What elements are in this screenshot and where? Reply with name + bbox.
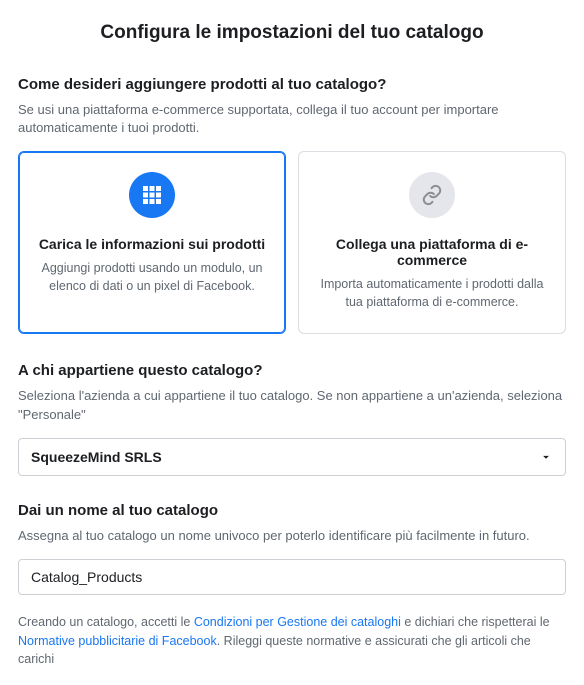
section-desc: Seleziona l'azienda a cui appartiene il … [18, 387, 566, 423]
card-desc: Aggiungi prodotti usando un modulo, un e… [33, 260, 271, 295]
section-desc: Assegna al tuo catalogo un nome univoco … [18, 527, 566, 545]
section-add-products: Come desideri aggiungere prodotti al tuo… [18, 76, 566, 334]
link-conditions[interactable]: Condizioni per Gestione dei cataloghi [194, 615, 401, 629]
chevron-down-icon [539, 450, 553, 464]
card-desc: Importa automaticamente i prodotti dalla… [313, 276, 551, 311]
card-title: Carica le informazioni sui prodotti [33, 236, 271, 252]
disclaimer-part: e dichiari che rispetterai le [401, 615, 550, 629]
card-upload-products[interactable]: Carica le informazioni sui prodotti Aggi… [18, 151, 286, 334]
option-cards: Carica le informazioni sui prodotti Aggi… [18, 151, 566, 334]
link-icon [409, 172, 455, 218]
page-title: Configura le impostazioni del tuo catalo… [18, 22, 566, 44]
catalog-name-input[interactable] [18, 559, 566, 595]
section-desc: Se usi una piattaforma e-commerce suppor… [18, 101, 566, 137]
link-policies[interactable]: Normative pubblicitarie di Facebook [18, 634, 217, 648]
card-connect-platform[interactable]: Collega una piattaforma di e-commerce Im… [298, 151, 566, 334]
section-name: Dai un nome al tuo catalogo Assegna al t… [18, 502, 566, 613]
disclaimer-part: Creando un catalogo, accetti le [18, 615, 194, 629]
card-title: Collega una piattaforma di e-commerce [313, 236, 551, 268]
owner-select[interactable]: SqueezeMind SRLS [18, 438, 566, 476]
section-heading: A chi appartiene questo catalogo? [18, 362, 566, 379]
select-value: SqueezeMind SRLS [31, 449, 162, 465]
grid-icon [129, 172, 175, 218]
section-heading: Come desideri aggiungere prodotti al tuo… [18, 76, 566, 93]
section-heading: Dai un nome al tuo catalogo [18, 502, 566, 519]
section-owner: A chi appartiene questo catalogo? Selezi… [18, 362, 566, 475]
disclaimer-text: Creando un catalogo, accetti le Condizio… [18, 613, 566, 669]
